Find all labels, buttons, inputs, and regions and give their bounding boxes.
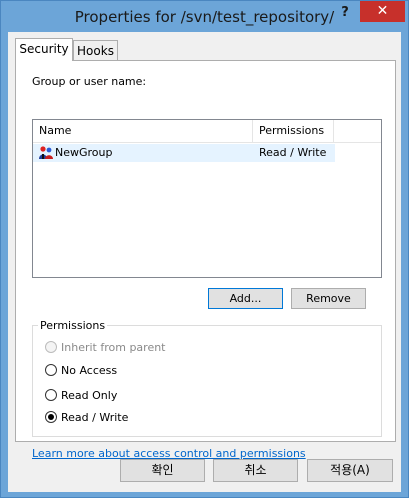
- radio-circle: [45, 364, 57, 376]
- remove-button[interactable]: Remove: [291, 288, 366, 309]
- permissions-group-title: Permissions: [38, 319, 108, 332]
- radio-circle-selected: [45, 411, 57, 423]
- properties-window: Properties for /svn/test_repository/ ? ✕…: [0, 0, 409, 498]
- group-or-user-label: Group or user name:: [32, 75, 147, 88]
- row-name: NewGroup: [55, 146, 113, 159]
- group-list[interactable]: Name Permissions NewGroup Read / Write: [32, 119, 382, 278]
- radio-read-write[interactable]: Read / Write: [45, 410, 265, 426]
- radio-label: Inherit from parent: [61, 341, 166, 354]
- security-panel: Group or user name: Name Permissions New…: [15, 60, 396, 460]
- radio-no-access[interactable]: No Access: [45, 363, 265, 379]
- close-button[interactable]: ✕: [360, 1, 405, 22]
- cancel-button[interactable]: 취소: [213, 459, 298, 482]
- radio-label: Read / Write: [61, 411, 129, 424]
- radio-circle: [45, 389, 57, 401]
- add-button[interactable]: Add...: [208, 288, 283, 309]
- apply-button[interactable]: 적용(A): [307, 459, 393, 482]
- group-icon: [38, 145, 54, 161]
- tab-hooks[interactable]: Hooks: [73, 40, 118, 60]
- permissions-group: Permissions Inherit from parent No Acces…: [32, 319, 382, 437]
- radio-label: Read Only: [61, 389, 118, 402]
- row-permissions: Read / Write: [259, 146, 327, 159]
- list-item[interactable]: NewGroup Read / Write: [33, 144, 335, 162]
- radio-circle: [45, 341, 57, 353]
- ok-button[interactable]: 확인: [120, 459, 205, 482]
- dialog-client-area: Security Hooks Group or user name: Name …: [8, 32, 401, 492]
- radio-inherit-from-parent[interactable]: Inherit from parent: [45, 340, 265, 356]
- help-button[interactable]: ?: [335, 3, 355, 23]
- tab-security[interactable]: Security: [15, 38, 73, 61]
- radio-read-only[interactable]: Read Only: [45, 388, 265, 404]
- column-header-name[interactable]: Name: [33, 120, 253, 142]
- list-header: Name Permissions: [33, 120, 381, 143]
- column-header-permissions[interactable]: Permissions: [253, 120, 334, 142]
- radio-label: No Access: [61, 364, 118, 377]
- title-bar: Properties for /svn/test_repository/ ? ✕: [1, 1, 408, 32]
